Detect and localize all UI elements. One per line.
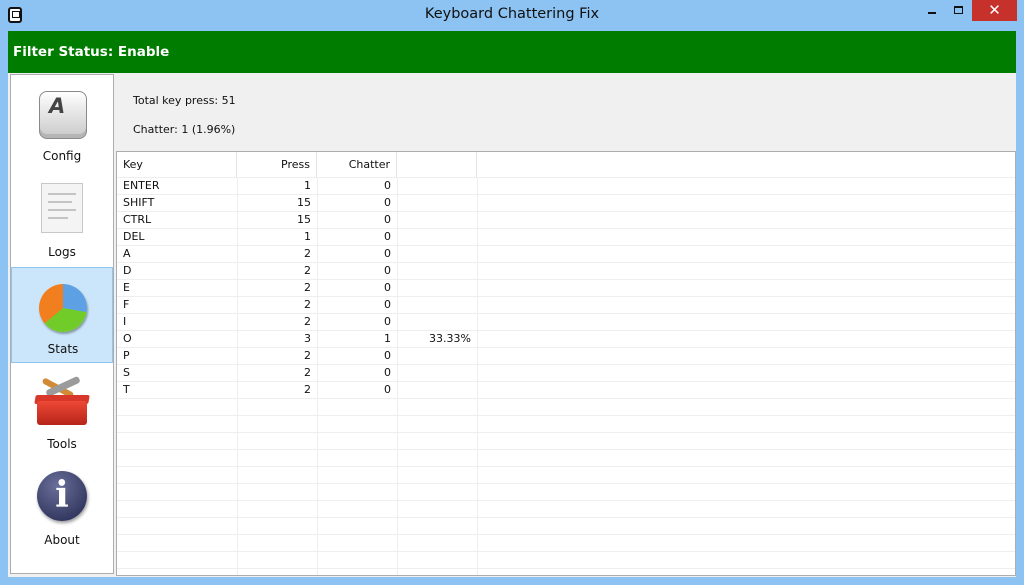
cell-chatter: 0 (384, 213, 391, 226)
cell-percent: 33.33% (429, 332, 471, 345)
keyboard-key-icon: A (39, 91, 87, 139)
table-row[interactable]: P 2 0 (117, 347, 1015, 364)
sidebar-item-stats[interactable]: Stats (11, 267, 113, 363)
stats-table[interactable]: Key Press Chatter ENTER 1 0 SHIFT 15 0 CTRL 15 0… (116, 151, 1016, 576)
cell-percent (397, 364, 477, 381)
cell-key: A (123, 247, 131, 260)
close-button[interactable]: ✕ (972, 0, 1017, 21)
column-header-key[interactable]: Key (117, 152, 237, 177)
cell-press: 1 (304, 179, 311, 192)
cell-press: 3 (304, 332, 311, 345)
cell-chatter: 0 (384, 383, 391, 396)
sidebar-item-label: Config (42, 149, 82, 163)
cell-chatter: 0 (384, 247, 391, 260)
cell-key: CTRL (123, 213, 152, 226)
sidebar-item-label: Tools (47, 437, 77, 451)
cell-percent (397, 177, 477, 194)
cell-key: DEL (123, 230, 145, 243)
sidebar: A Config Logs Stats Tools i About (10, 74, 114, 574)
sidebar-item-tools[interactable]: Tools (11, 363, 113, 459)
filter-status-bar: Filter Status: Enable (8, 31, 1016, 73)
cell-key: S (123, 366, 130, 379)
sidebar-item-label: Logs (48, 245, 76, 259)
cell-key: SHIFT (123, 196, 155, 209)
cell-percent (397, 313, 477, 330)
client-area: Filter Status: Enable A Config Logs Stat… (8, 31, 1016, 577)
cell-press: 15 (297, 213, 311, 226)
cell-chatter: 0 (384, 315, 391, 328)
cell-chatter: 0 (384, 366, 391, 379)
cell-key: O (123, 332, 132, 345)
table-row[interactable]: F 2 0 (117, 296, 1015, 313)
cell-chatter: 0 (384, 179, 391, 192)
cell-press: 2 (304, 264, 311, 277)
column-header-chatter[interactable]: Chatter (317, 152, 397, 177)
cell-key: F (123, 298, 130, 311)
filter-status-text: Filter Status: Enable (13, 44, 170, 60)
cell-key: ENTER (123, 179, 160, 192)
title-bar[interactable]: Keyboard Chattering Fix ✕ (0, 0, 1024, 31)
cell-percent (397, 381, 477, 398)
table-row[interactable]: E 2 0 (117, 279, 1015, 296)
sidebar-item-label: About (44, 533, 80, 547)
minimize-button[interactable] (918, 0, 945, 21)
pie-chart-icon (39, 284, 87, 332)
app-window: Keyboard Chattering Fix ✕ Filter Status:… (0, 0, 1024, 585)
cell-percent (397, 279, 477, 296)
cell-percent (397, 245, 477, 262)
cell-percent (397, 347, 477, 364)
cell-chatter: 0 (384, 196, 391, 209)
table-row[interactable]: DEL 1 0 (117, 228, 1015, 245)
table-row[interactable]: T 2 0 (117, 381, 1015, 398)
sidebar-item-label: Stats (47, 342, 79, 356)
cell-chatter: 0 (384, 298, 391, 311)
column-header-percent[interactable] (397, 152, 477, 177)
table-row[interactable]: I 2 0 (117, 313, 1015, 330)
cell-key: P (123, 349, 130, 362)
cell-press: 2 (304, 349, 311, 362)
cell-press: 1 (304, 230, 311, 243)
window-title: Keyboard Chattering Fix (424, 6, 600, 22)
cell-percent (397, 228, 477, 245)
cell-percent (397, 296, 477, 313)
sidebar-item-logs[interactable]: Logs (11, 171, 113, 267)
sidebar-item-about[interactable]: i About (11, 459, 113, 555)
cell-press: 2 (304, 366, 311, 379)
info-icon: i (37, 471, 87, 521)
table-row[interactable]: D 2 0 (117, 262, 1015, 279)
table-row[interactable]: A 2 0 (117, 245, 1015, 262)
cell-press: 2 (304, 281, 311, 294)
toolbox-icon (34, 375, 91, 429)
cell-press: 2 (304, 247, 311, 260)
maximize-button[interactable] (945, 0, 972, 21)
table-row[interactable]: O 3 1 33.33% (117, 330, 1015, 347)
cell-percent (397, 194, 477, 211)
cell-key: E (123, 281, 130, 294)
sidebar-item-config[interactable]: A Config (11, 75, 113, 171)
close-icon: ✕ (988, 1, 1001, 19)
cell-percent (397, 262, 477, 279)
cell-key: D (123, 264, 132, 277)
cell-press: 2 (304, 383, 311, 396)
cell-key: T (123, 383, 130, 396)
table-row[interactable]: S 2 0 (117, 364, 1015, 381)
cell-key: I (123, 315, 127, 328)
cell-chatter: 0 (384, 349, 391, 362)
cell-chatter: 0 (384, 230, 391, 243)
cell-press: 15 (297, 196, 311, 209)
cell-chatter: 0 (384, 264, 391, 277)
chatter-summary: Chatter: 1 (1.96%) (133, 123, 236, 136)
column-header-press[interactable]: Press (237, 152, 317, 177)
table-row[interactable]: SHIFT 15 0 (117, 194, 1015, 211)
table-row[interactable]: CTRL 15 0 (117, 211, 1015, 228)
cell-press: 2 (304, 298, 311, 311)
total-key-press: Total key press: 51 (133, 94, 236, 107)
table-row[interactable]: ENTER 1 0 (117, 177, 1015, 194)
table-header: Key Press Chatter (117, 152, 1015, 177)
cell-chatter: 1 (384, 332, 391, 345)
cell-chatter: 0 (384, 281, 391, 294)
cell-percent (397, 211, 477, 228)
cell-press: 2 (304, 315, 311, 328)
document-icon (41, 183, 83, 233)
